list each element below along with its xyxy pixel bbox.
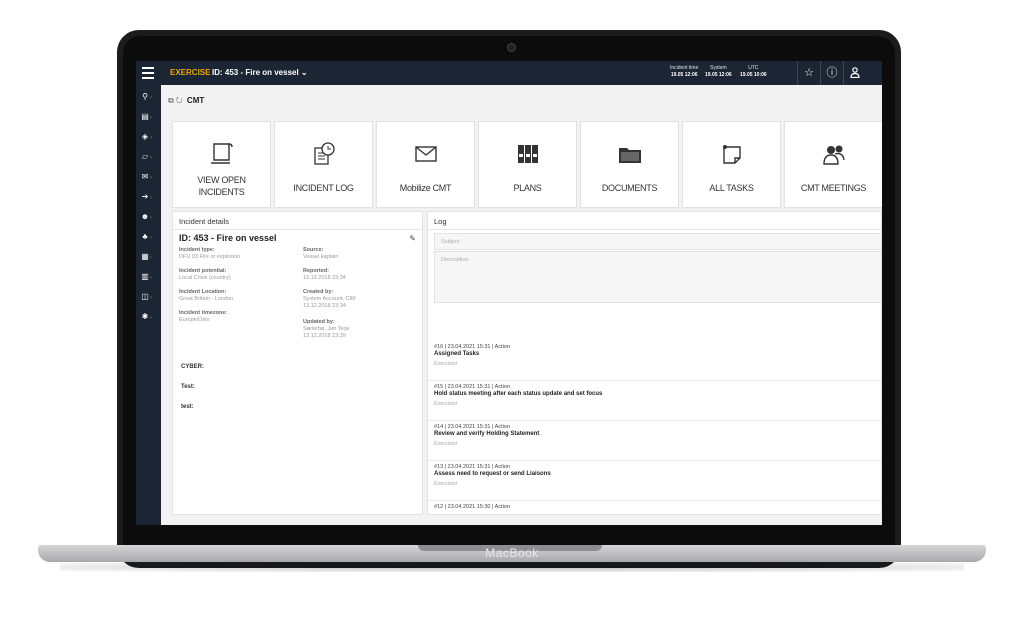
tile-label: PLANS bbox=[513, 183, 542, 193]
brand-label: MacBook bbox=[485, 546, 539, 560]
sidebar-note-icon[interactable]: ▱ › bbox=[140, 150, 158, 164]
sidebar-arrow-circle-icon[interactable]: ➔ › bbox=[140, 190, 158, 204]
log-entry-status: Executed bbox=[434, 401, 457, 407]
field-test: Test: bbox=[181, 384, 195, 390]
tile-label: INCIDENT LOG bbox=[293, 183, 354, 193]
subject-input[interactable]: Subject bbox=[434, 233, 881, 250]
laptop-shadow bbox=[60, 562, 964, 572]
app-screen: EXERCISE ID: 453 - Fire on vessel ⌄ Inci… bbox=[136, 61, 882, 525]
field-created-by: Created by: System Account, CIM 13.12.201… bbox=[303, 289, 356, 309]
log-entry-meta: #12 | 23.04.2021 15:30 | Action bbox=[434, 504, 510, 510]
field-cyber: CYBER: bbox=[181, 364, 205, 370]
log-entry-status: Executed bbox=[434, 361, 457, 367]
laptop-bezel-bottom bbox=[136, 525, 882, 544]
top-bar: EXERCISE ID: 453 - Fire on vessel ⌄ Inci… bbox=[136, 61, 882, 85]
field-incident-location: Incident Location: Great Britain - London bbox=[179, 289, 234, 302]
panel-header: Log bbox=[434, 217, 447, 226]
tile-all-tasks[interactable]: ALL TASKS bbox=[682, 121, 781, 208]
sidebar-search-icon[interactable]: ⚲ › bbox=[140, 90, 158, 104]
sidebar-mail-icon[interactable]: ✉ › bbox=[140, 170, 158, 184]
tile-label: Mobilize CMT bbox=[399, 183, 452, 193]
log-entry-meta: #14 | 23.04.2021 15:31 | Action bbox=[434, 424, 510, 430]
user-icon[interactable] bbox=[843, 61, 866, 85]
field-incident-timezone: Incident timezone: Europe/Oslo bbox=[179, 310, 228, 323]
log-entry-meta: #16 | 23.04.2021 15:31 | Action bbox=[434, 344, 510, 350]
log-entry-title: Hold status meeting after each status up… bbox=[434, 391, 603, 397]
log-entry-title: Assigned Tasks bbox=[434, 351, 480, 357]
sidebar-grid-icon[interactable]: ▦› bbox=[140, 250, 158, 264]
log-entry-status: Executed bbox=[434, 441, 457, 447]
breadcrumb-label: CMT bbox=[186, 96, 205, 105]
tile-incident-log[interactable]: INCIDENT LOG bbox=[274, 121, 373, 208]
main-content: ⧉ ↻ CMT VIEW OPEN INCIDENTS INCIDENT LOG … bbox=[161, 85, 882, 525]
envelope-icon bbox=[414, 146, 437, 162]
field-incident-type: Incident type: DFU 03 Fire or explosion bbox=[179, 247, 241, 260]
log-entry-title: Assess need to request or send Liaisons bbox=[434, 471, 551, 477]
field-test-lower: test: bbox=[181, 404, 194, 410]
description-input[interactable]: Description bbox=[434, 251, 881, 303]
sidebar-list-icon[interactable]: ▤› bbox=[140, 110, 158, 124]
sidebar: ⚲ › ▤› ◈ › ▱ › ✉ › ➔ › ☻› ♣ › ▦› ▥› ◫› ✱ › bbox=[136, 85, 161, 525]
menu-icon[interactable] bbox=[142, 67, 154, 79]
camera bbox=[507, 43, 516, 52]
sidebar-person-add-icon[interactable]: ♣ › bbox=[140, 230, 158, 244]
info-icon[interactable]: ⓘ bbox=[820, 61, 843, 85]
log-entry[interactable]: #16 | 23.04.2021 15:31 | Action Assigned… bbox=[428, 342, 881, 381]
log-panel: Log Subject Description #16 | 23.04.2021… bbox=[427, 211, 882, 515]
log-entry[interactable]: #13 | 23.04.2021 15:31 | Action Assess n… bbox=[428, 462, 881, 501]
log-clock-icon bbox=[313, 142, 335, 165]
tile-cmt-meetings[interactable]: CMT MEETINGS bbox=[784, 121, 882, 208]
tile-plans[interactable]: PLANS bbox=[478, 121, 577, 208]
star-icon[interactable]: ☆ bbox=[797, 61, 820, 85]
incident-selector[interactable]: ID: 453 - Fire on vessel ⌄ bbox=[212, 68, 308, 77]
log-entry[interactable]: #14 | 23.04.2021 15:31 | Action Review a… bbox=[428, 422, 881, 461]
sidebar-columns-icon[interactable]: ◫› bbox=[140, 290, 158, 304]
log-entry[interactable]: #15 | 23.04.2021 15:31 | Action Hold sta… bbox=[428, 382, 881, 421]
meeting-people-icon bbox=[822, 145, 845, 165]
breadcrumb-icons[interactable]: ⧉ ↻ bbox=[168, 96, 183, 105]
divider bbox=[428, 229, 881, 230]
field-updated-by: Updated by: Sæterbø, Jan Terje 13.12.2018… bbox=[303, 319, 350, 339]
incident-title: ID: 453 - Fire on vessel bbox=[179, 233, 277, 243]
tile-label-line2: INCIDENTS bbox=[198, 187, 245, 197]
clock-utc: UTC 19.05 10:06 bbox=[740, 65, 767, 78]
tile-label: ALL TASKS bbox=[709, 183, 754, 193]
tile-label: DOCUMENTS bbox=[601, 183, 658, 193]
clock-incident-time: Incident time 19.05 12:06 bbox=[670, 65, 699, 78]
tile-label: VIEW OPEN bbox=[197, 175, 246, 185]
field-source: Source: Vessel kaptain bbox=[303, 247, 339, 260]
sidebar-tags-icon[interactable]: ◈ › bbox=[140, 130, 158, 144]
sidebar-people-icon[interactable]: ☻› bbox=[140, 210, 158, 224]
log-entry-meta: #15 | 23.04.2021 15:31 | Action bbox=[434, 384, 510, 390]
sidebar-gear-icon[interactable]: ✱ › bbox=[140, 310, 158, 324]
divider bbox=[173, 229, 422, 230]
panel-header: Incident details bbox=[179, 217, 230, 226]
tile-view-open-incidents[interactable]: VIEW OPEN INCIDENTS bbox=[172, 121, 271, 208]
folder-icon bbox=[618, 148, 641, 163]
log-entry-meta: #13 | 23.04.2021 15:31 | Action bbox=[434, 464, 510, 470]
binders-icon bbox=[517, 145, 538, 163]
field-incident-potential: Incident potential: Local Crisis (country… bbox=[179, 268, 231, 281]
field-reported: Reported: 13.12.2018 23:34 bbox=[303, 268, 346, 281]
breadcrumb: ⧉ ↻ CMT bbox=[168, 96, 204, 106]
clock-system: System 19.05 12:06 bbox=[705, 65, 732, 78]
sidebar-table-icon[interactable]: ▥› bbox=[140, 270, 158, 284]
log-entry[interactable]: #12 | 23.04.2021 15:30 | Action bbox=[428, 502, 881, 514]
open-incident-icon bbox=[210, 143, 233, 164]
tile-grid: VIEW OPEN INCIDENTS INCIDENT LOG Mobilize… bbox=[172, 121, 882, 208]
tile-mobilize-cmt[interactable]: Mobilize CMT bbox=[376, 121, 475, 208]
log-entry-title: Review and verify Holding Statement bbox=[434, 431, 540, 437]
edit-pencil-icon[interactable]: ✎ bbox=[409, 234, 416, 243]
exercise-label: EXERCISE bbox=[170, 68, 211, 77]
incident-details-panel: Incident details ID: 453 - Fire on vesse… bbox=[172, 211, 423, 515]
task-note-icon bbox=[722, 145, 741, 164]
tile-documents[interactable]: DOCUMENTS bbox=[580, 121, 679, 208]
tile-label: CMT MEETINGS bbox=[800, 183, 867, 193]
log-entry-status: Executed bbox=[434, 481, 457, 487]
